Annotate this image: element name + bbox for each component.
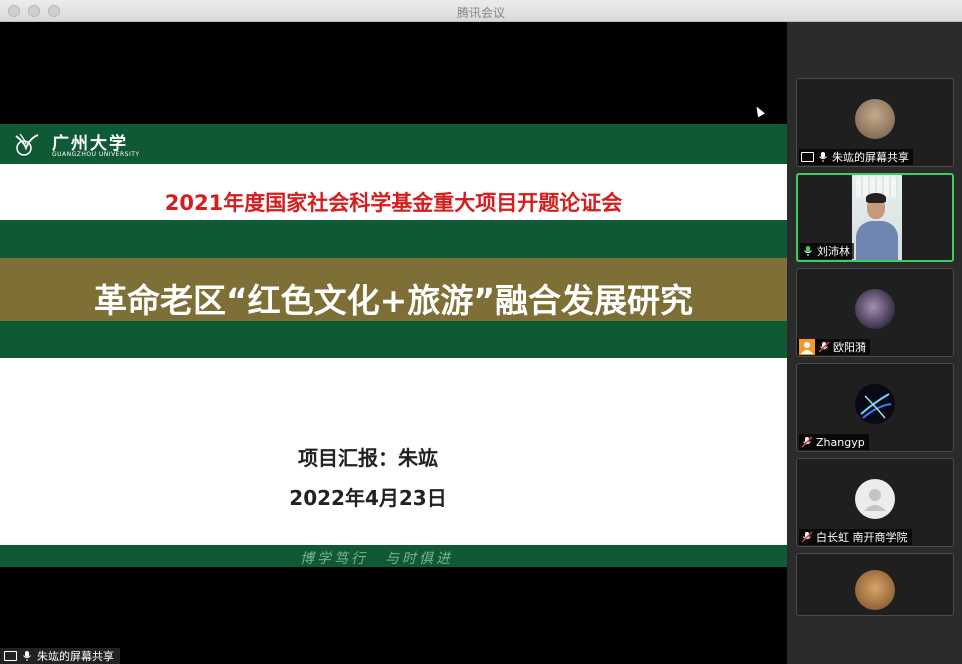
participant-tile[interactable]: 欧阳漪 — [796, 268, 954, 357]
slide-presenter: 项目汇报：朱竑 — [298, 446, 438, 470]
participant-tile[interactable] — [796, 553, 954, 616]
participant-video — [852, 175, 902, 260]
university-motto: 博学笃行 与时俱进 — [300, 551, 453, 567]
video-person-body — [856, 221, 898, 260]
mask-avatar — [855, 570, 895, 610]
slide-header-band: 广州大学 GUANGZHOU UNIVERSITY — [0, 124, 787, 164]
stage-share-label-text: 朱竑的屏幕共享 — [37, 650, 114, 663]
title-bar: 腾讯会议 — [0, 0, 962, 22]
participant-name: 朱竑的屏幕共享 — [832, 151, 909, 164]
slide-main-title: 革命老区“红色文化+旅游”融合发展研究 — [93, 281, 694, 320]
microphone-icon — [23, 651, 31, 661]
stage-share-label: 朱竑的屏幕共享 — [0, 648, 120, 664]
shared-screen-stage[interactable]: 广州大学 GUANGZHOU UNIVERSITY 2021年度国家社会科学基金… — [0, 22, 787, 664]
blurred-avatar — [855, 289, 895, 329]
participant-tile[interactable]: 朱竑的屏幕共享 — [796, 78, 954, 167]
participant-name-tag: 刘沛林 — [800, 243, 854, 259]
slide-subtitle: 2021年度国家社会科学基金重大项目开题论证会 — [164, 191, 623, 215]
participant-name: Zhangyp — [816, 435, 865, 449]
screen-share-icon — [801, 152, 814, 162]
participant-tile[interactable]: Zhangyp — [796, 363, 954, 452]
microphone-active-icon — [804, 246, 812, 256]
microphone-muted-icon — [818, 341, 830, 353]
slide-band-bottom — [0, 321, 787, 358]
participant-tile-active[interactable]: 刘沛林 — [796, 173, 954, 262]
video-person-hair — [866, 193, 886, 203]
landscape-avatar — [855, 99, 895, 139]
university-name-en: GUANGZHOU UNIVERSITY — [52, 151, 140, 158]
participant-sidebar[interactable]: 朱竑的屏幕共享 刘沛林 欧阳漪 Zhangyp 白长虹 南开商学院 — [787, 22, 962, 664]
abstract-avatar — [855, 384, 895, 424]
participant-tile[interactable]: 白长虹 南开商学院 — [796, 458, 954, 547]
slide-band-top — [0, 220, 787, 258]
slide-footer-band: 博学笃行 与时俱进 — [0, 545, 787, 567]
microphone-muted-icon — [801, 531, 813, 543]
slide-date: 2022年4月23日 — [289, 486, 447, 510]
participant-name-tag: 欧阳漪 — [797, 339, 870, 355]
participant-name: 刘沛林 — [817, 245, 850, 258]
participant-name: 白长虹 南开商学院 — [816, 531, 908, 544]
default-user-avatar — [855, 479, 895, 519]
participant-name-tag: 朱竑的屏幕共享 — [799, 149, 913, 165]
meeting-window: 腾讯会议 广州大学 GUANGZHOU UNIVERSITY 2021年度国家社… — [0, 0, 962, 664]
presentation-slide: 广州大学 GUANGZHOU UNIVERSITY 2021年度国家社会科学基金… — [0, 124, 787, 567]
participant-name-tag: Zhangyp — [799, 434, 869, 450]
person-icon — [799, 339, 815, 355]
participant-name: 欧阳漪 — [833, 341, 866, 354]
university-emblem-icon — [15, 133, 39, 156]
mouse-cursor-icon — [753, 104, 765, 118]
participant-name-tag: 白长虹 南开商学院 — [799, 529, 912, 545]
microphone-muted-icon — [801, 436, 813, 448]
window-title: 腾讯会议 — [456, 6, 505, 20]
microphone-icon — [819, 152, 827, 162]
screen-share-icon — [4, 651, 17, 661]
